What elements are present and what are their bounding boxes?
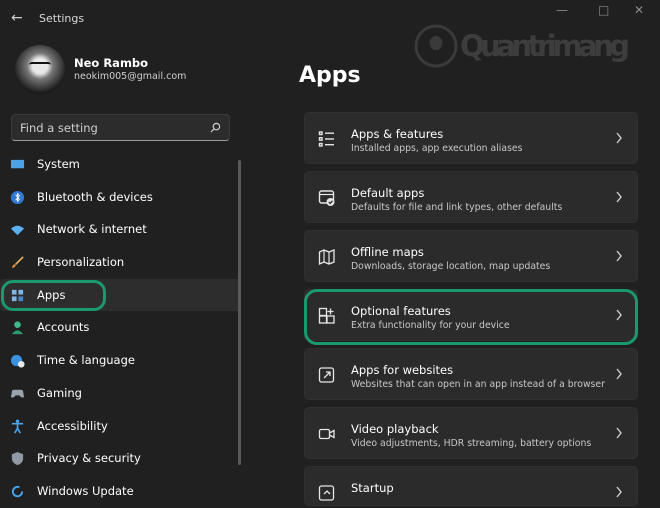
brush-icon (11, 256, 24, 269)
card-title: Video playback (351, 422, 439, 436)
sidebar-item-accessibility[interactable]: Accessibility (0, 410, 240, 443)
card-startup[interactable]: Startup (304, 466, 638, 506)
maximize-icon[interactable]: □ (598, 3, 609, 17)
sidebar-item-label: Gaming (37, 385, 82, 400)
card-title: Default apps (351, 186, 425, 200)
sidebar-item-label: Bluetooth & devices (37, 189, 153, 204)
sidebar-item-label: Privacy & security (37, 451, 141, 466)
sidebar-item-label: Personalization (37, 255, 125, 270)
search-icon[interactable] (210, 122, 221, 133)
chevron-right-icon (616, 132, 622, 144)
page-title: Apps (299, 63, 361, 88)
card-title: Apps & features (351, 127, 444, 141)
sidebar-item-network[interactable]: Network & internet (0, 213, 240, 246)
default-apps-icon (318, 190, 335, 206)
user-name: Neo Rambo (74, 56, 149, 70)
sidebar-item-windows-update[interactable]: Windows Update (0, 475, 240, 508)
card-description: Downloads, storage location, map updates (351, 261, 551, 272)
sidebar-item-personalization[interactable]: Personalization (0, 246, 240, 279)
card-title: Offline maps (351, 245, 424, 259)
svg-text:Quantrimang: Quantrimang (460, 29, 630, 63)
avatar (15, 45, 65, 95)
card-offline-maps[interactable]: Offline maps Downloads, storage location… (304, 230, 638, 282)
apps-highlight-annotation (1, 280, 106, 311)
sidebar-item-label: Accessibility (37, 418, 108, 433)
accessibility-icon (11, 419, 24, 433)
open-link-icon (318, 367, 335, 383)
globe-clock-icon (10, 355, 25, 368)
gamepad-icon (10, 389, 25, 398)
search-input[interactable] (20, 119, 205, 136)
person-icon (11, 321, 24, 335)
sidebar-item-label: Time & language (37, 353, 135, 368)
chevron-right-icon (616, 191, 622, 203)
minimize-icon[interactable]: — (556, 3, 568, 17)
video-icon (318, 428, 335, 440)
card-video-playback[interactable]: Video playback Video adjustments, HDR st… (304, 407, 638, 459)
map-icon (318, 249, 335, 266)
update-icon (11, 485, 24, 498)
card-title: Startup (351, 481, 394, 495)
card-description: Video adjustments, HDR streaming, batter… (351, 438, 592, 449)
card-description: Defaults for file and link types, other … (351, 202, 563, 213)
search-box[interactable] (11, 114, 230, 141)
chevron-right-icon (616, 486, 622, 498)
sidebar-item-label: Network & internet (37, 222, 147, 237)
window-title: Settings (39, 12, 85, 25)
card-title: Apps for websites (351, 363, 454, 377)
chevron-right-icon (616, 250, 622, 262)
card-description: Installed apps, app execution aliases (351, 143, 523, 154)
sidebar-item-gaming[interactable]: Gaming (0, 377, 240, 410)
optional-features-highlight-annotation (304, 289, 638, 345)
sidebar-item-privacy[interactable]: Privacy & security (0, 442, 240, 475)
list-icon (318, 131, 334, 147)
sidebar-scrollbar[interactable] (238, 160, 241, 465)
sidebar-item-time-language[interactable]: Time & language (0, 344, 240, 377)
chevron-right-icon (616, 427, 622, 439)
card-apps-for-websites[interactable]: Apps for websites Websites that can open… (304, 348, 638, 400)
card-description: Websites that can open in an app instead… (351, 379, 605, 390)
user-email: neokim005@gmail.com (74, 71, 187, 82)
card-apps-features[interactable]: Apps & features Installed apps, app exec… (304, 112, 638, 164)
startup-icon (318, 485, 335, 501)
chevron-right-icon (616, 368, 622, 380)
wifi-icon (10, 226, 25, 236)
bluetooth-icon (10, 190, 25, 204)
sidebar-item-accounts[interactable]: Accounts (0, 311, 240, 344)
sidebar-nav: System Bluetooth & devices Network & int… (0, 148, 240, 508)
shield-icon (11, 452, 24, 466)
sidebar-item-system[interactable]: System (0, 148, 240, 181)
sidebar-item-label: Windows Update (37, 483, 134, 498)
monitor-icon (10, 159, 25, 169)
close-icon[interactable]: ✕ (634, 3, 644, 17)
watermark-logo: Quantrimang (414, 24, 630, 68)
card-default-apps[interactable]: Default apps Defaults for file and link … (304, 171, 638, 223)
back-arrow-icon[interactable]: ← (11, 10, 23, 26)
sidebar-item-label: System (37, 157, 80, 171)
sidebar-item-bluetooth[interactable]: Bluetooth & devices (0, 181, 240, 214)
sidebar-item-label: Accounts (37, 320, 90, 335)
